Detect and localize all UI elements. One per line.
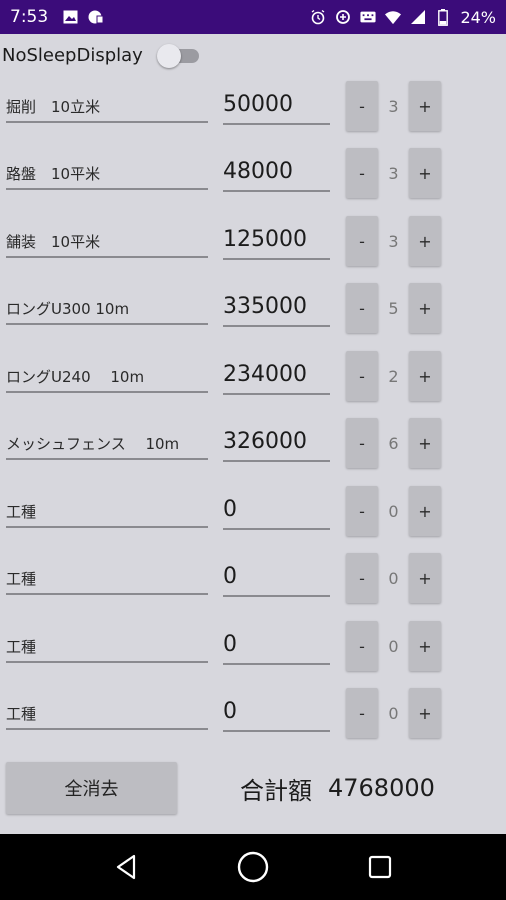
total-label: 合計額	[240, 776, 312, 805]
back-icon[interactable]	[108, 849, 144, 885]
navigation-bar	[0, 834, 506, 900]
increment-button[interactable]: +	[409, 486, 441, 536]
increment-button[interactable]: +	[409, 148, 441, 198]
quantity-value: 0	[388, 636, 399, 656]
item-name-field[interactable]: 工種	[6, 565, 208, 595]
decrement-button[interactable]: -	[346, 418, 378, 468]
item-price-field[interactable]: 326000	[223, 420, 330, 462]
item-name-field[interactable]: 舗装 10平米	[6, 228, 208, 258]
battery-percent: 24%	[460, 7, 496, 27]
no-sleep-toggle-row: NoSleepDisplay	[0, 38, 201, 72]
quantity-value: 5	[388, 298, 399, 318]
item-name-field[interactable]: 掘削 10立米	[6, 93, 208, 123]
home-icon[interactable]	[235, 849, 271, 885]
item-row: ロングU300 10m 335000 - 5 +	[0, 283, 506, 351]
quantity-value: 3	[388, 231, 399, 251]
no-sleep-switch[interactable]	[156, 42, 201, 68]
item-row: 工種 0 - 0 +	[0, 621, 506, 689]
item-row: 工種 0 - 0 +	[0, 553, 506, 621]
item-row: 掘削 10立米 50000 - 3 +	[0, 81, 506, 149]
item-row: 路盤 10平米 48000 - 3 +	[0, 148, 506, 216]
item-price-field[interactable]: 0	[223, 690, 330, 732]
decrement-button[interactable]: -	[346, 283, 378, 333]
item-name-field[interactable]: メッシュフェンス 10m	[6, 430, 208, 460]
item-price-field[interactable]: 0	[223, 555, 330, 597]
data-saver-icon	[335, 9, 351, 25]
wifi-icon	[385, 9, 402, 25]
decrement-button[interactable]: -	[346, 216, 378, 266]
status-bar: 7:53 24%	[0, 0, 506, 34]
item-row: ロングU240 10m 234000 - 2 +	[0, 351, 506, 419]
item-row: 工種 0 - 0 +	[0, 688, 506, 756]
recents-icon[interactable]	[362, 849, 398, 885]
alarm-icon	[310, 9, 326, 25]
item-price-field[interactable]: 50000	[223, 83, 330, 125]
quantity-value: 0	[388, 568, 399, 588]
item-price-field[interactable]: 335000	[223, 285, 330, 327]
increment-button[interactable]: +	[409, 351, 441, 401]
item-row: 工種 0 - 0 +	[0, 486, 506, 554]
keyboard-icon	[360, 9, 376, 25]
decrement-button[interactable]: -	[346, 351, 378, 401]
item-name-field[interactable]: 工種	[6, 498, 208, 528]
increment-button[interactable]: +	[409, 553, 441, 603]
increment-button[interactable]: +	[409, 283, 441, 333]
decrement-button[interactable]: -	[346, 621, 378, 671]
total-value: 4768000	[328, 774, 435, 802]
quantity-value: 0	[388, 501, 399, 521]
increment-button[interactable]: +	[409, 688, 441, 738]
decrement-button[interactable]: -	[346, 81, 378, 131]
item-price-field[interactable]: 48000	[223, 150, 330, 192]
signal-icon	[410, 9, 426, 25]
item-price-field[interactable]: 125000	[223, 218, 330, 260]
increment-button[interactable]: +	[409, 621, 441, 671]
item-name-field[interactable]: 工種	[6, 633, 208, 663]
item-row: メッシュフェンス 10m 326000 - 6 +	[0, 418, 506, 486]
item-price-field[interactable]: 0	[223, 488, 330, 530]
decrement-button[interactable]: -	[346, 148, 378, 198]
image-icon	[62, 9, 78, 25]
quantity-value: 6	[388, 433, 399, 453]
decrement-button[interactable]: -	[346, 486, 378, 536]
item-name-field[interactable]: ロングU300 10m	[6, 295, 208, 325]
increment-button[interactable]: +	[409, 216, 441, 266]
total-display: 合計額 4768000	[240, 768, 435, 808]
item-name-field[interactable]: 路盤 10平米	[6, 160, 208, 190]
decrement-button[interactable]: -	[346, 688, 378, 738]
vpn-lock-icon	[88, 9, 104, 25]
item-price-field[interactable]: 234000	[223, 353, 330, 395]
quantity-value: 3	[388, 163, 399, 183]
item-price-field[interactable]: 0	[223, 623, 330, 665]
status-time: 7:53	[10, 7, 49, 27]
quantity-value: 3	[388, 96, 399, 116]
quantity-value: 2	[388, 366, 399, 386]
clear-all-button[interactable]: 全消去	[6, 762, 177, 814]
battery-icon	[435, 8, 451, 26]
item-name-field[interactable]: ロングU240 10m	[6, 363, 208, 393]
item-name-field[interactable]: 工種	[6, 700, 208, 730]
switch-thumb	[156, 44, 181, 68]
quantity-value: 0	[388, 703, 399, 723]
no-sleep-label: NoSleepDisplay	[2, 44, 143, 66]
item-row: 舗装 10平米 125000 - 3 +	[0, 216, 506, 284]
increment-button[interactable]: +	[409, 418, 441, 468]
decrement-button[interactable]: -	[346, 553, 378, 603]
increment-button[interactable]: +	[409, 81, 441, 131]
